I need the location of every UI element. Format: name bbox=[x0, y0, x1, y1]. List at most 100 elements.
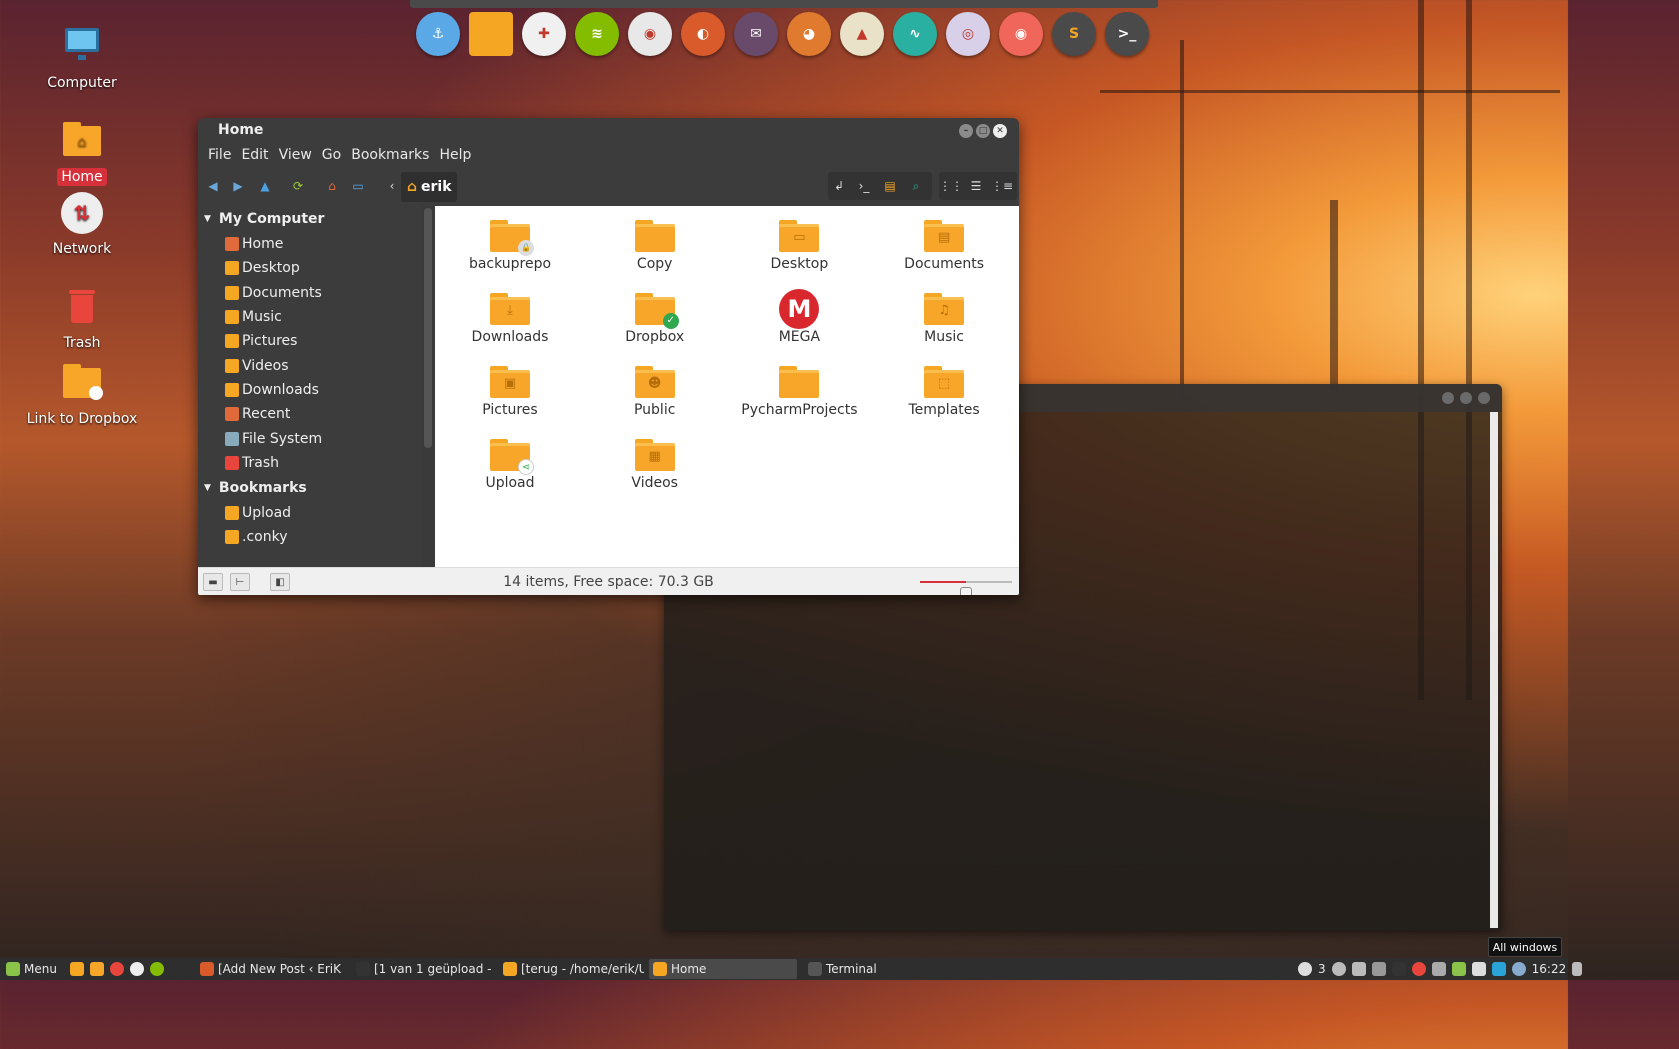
path-button-home[interactable]: ⌂ erik bbox=[401, 172, 457, 202]
file-item[interactable]: ⤓ Downloads bbox=[440, 293, 580, 345]
reload-icon[interactable]: ⟳ bbox=[287, 175, 309, 197]
file-item[interactable]: ▣ Pictures bbox=[440, 366, 580, 418]
close-icon[interactable] bbox=[1478, 392, 1490, 404]
menu-button[interactable]: Menu bbox=[2, 959, 64, 979]
menu-help[interactable]: Help bbox=[434, 147, 476, 163]
telegram-icon[interactable] bbox=[1491, 962, 1506, 976]
computer-icon[interactable]: ▭ bbox=[347, 175, 369, 197]
sidebar-item-conky[interactable]: .conky bbox=[198, 525, 421, 549]
show-tree-icon[interactable]: ⊢ bbox=[230, 573, 250, 591]
path-left-arrow-icon[interactable]: ‹ bbox=[381, 175, 403, 197]
menu-go[interactable]: Go bbox=[317, 147, 346, 163]
file-item[interactable]: PycharmProjects bbox=[729, 366, 869, 418]
back-icon[interactable]: ◀ bbox=[202, 175, 224, 197]
file-item[interactable]: ✓ Dropbox bbox=[585, 293, 725, 345]
menu-file[interactable]: File bbox=[203, 147, 236, 163]
file-item[interactable]: ⋖ Upload bbox=[440, 439, 580, 491]
system-monitor-icon[interactable]: ∿ bbox=[893, 12, 937, 56]
sidebar-item-home[interactable]: Home bbox=[198, 232, 421, 256]
inkscape-icon[interactable]: ▲ bbox=[840, 12, 884, 56]
zoom-slider[interactable] bbox=[920, 581, 1012, 595]
forward-icon[interactable]: ▶ bbox=[227, 175, 249, 197]
files-icon[interactable] bbox=[90, 962, 104, 976]
zoom-slider-handle[interactable] bbox=[960, 587, 972, 595]
taskbar-window-button[interactable]: [1 van 1 geüpload - Y... bbox=[352, 959, 492, 979]
taskbar-window-button[interactable]: Terminal bbox=[804, 959, 944, 979]
show-desktop-icon[interactable] bbox=[70, 962, 84, 976]
close-icon[interactable]: ✕ bbox=[993, 124, 1007, 138]
sync-icon[interactable] bbox=[1511, 962, 1526, 976]
screen-recorder-icon[interactable]: ◉ bbox=[999, 12, 1043, 56]
hide-sidebar-icon[interactable]: ◧ bbox=[270, 573, 290, 591]
firefox-icon[interactable]: ◐ bbox=[681, 12, 725, 56]
desktop-icon-computer[interactable]: Computer bbox=[22, 24, 142, 92]
sidebar-item-desktop[interactable]: Desktop bbox=[198, 256, 421, 280]
chrome-icon[interactable]: ◉ bbox=[628, 12, 672, 56]
spotify-icon[interactable] bbox=[150, 962, 164, 976]
sidebar-section-bookmarks[interactable]: ▼ Bookmarks bbox=[198, 475, 421, 501]
desktop-icon-home[interactable]: ⌂ Home bbox=[22, 118, 142, 186]
maximize-icon[interactable]: □ bbox=[976, 124, 990, 138]
open-terminal-icon[interactable]: ›_ bbox=[853, 175, 875, 197]
file-item[interactable]: 🔒 backuprepo bbox=[440, 220, 580, 272]
sidebar-item-documents[interactable]: Documents bbox=[198, 281, 421, 305]
menu-bookmarks[interactable]: Bookmarks bbox=[346, 147, 434, 163]
taskbar-window-button[interactable]: [terug - /home/erik/U... bbox=[499, 959, 644, 979]
sidebar-item-music[interactable]: Music bbox=[198, 305, 421, 329]
sidebar-item-trash[interactable]: Trash bbox=[198, 451, 421, 475]
menu-view[interactable]: View bbox=[274, 147, 317, 163]
mail-icon[interactable]: ✉ bbox=[734, 12, 778, 56]
sidebar-item-upload[interactable]: Upload bbox=[198, 501, 421, 525]
file-item[interactable]: ☻ Public bbox=[585, 366, 725, 418]
anchor-icon[interactable]: ⚓ bbox=[416, 12, 460, 56]
user-icon[interactable] bbox=[1331, 962, 1346, 976]
sidebar-scrollbar[interactable] bbox=[421, 206, 435, 567]
shield-icon[interactable] bbox=[1451, 962, 1466, 976]
taskbar-window-button[interactable]: Home bbox=[649, 959, 797, 979]
maximize-icon[interactable] bbox=[1460, 392, 1472, 404]
window-titlebar[interactable]: Home – □ ✕ bbox=[198, 118, 1019, 142]
home-icon[interactable]: ⌂ bbox=[321, 175, 343, 197]
sublime-text-icon[interactable]: S bbox=[1052, 12, 1096, 56]
up-icon[interactable]: ▲ bbox=[254, 175, 276, 197]
dropbox-icon[interactable] bbox=[1471, 962, 1486, 976]
camera-icon[interactable]: ◎ bbox=[946, 12, 990, 56]
minimize-icon[interactable]: – bbox=[959, 124, 973, 138]
volume-icon[interactable] bbox=[1371, 962, 1386, 976]
photos-icon[interactable] bbox=[130, 962, 144, 976]
file-item[interactable]: ▤ Documents bbox=[874, 220, 1014, 272]
sidebar-item-downloads[interactable]: Downloads bbox=[198, 378, 421, 402]
sidebar-item-pictures[interactable]: Pictures bbox=[198, 329, 421, 353]
network-icon[interactable] bbox=[1351, 962, 1366, 976]
list-view-icon[interactable]: ☰ bbox=[965, 175, 987, 197]
show-desktop-icon[interactable] bbox=[1572, 962, 1583, 976]
file-item[interactable]: Copy bbox=[585, 220, 725, 272]
spotify-icon[interactable]: ≋ bbox=[575, 12, 619, 56]
desktop-icon-dropbox-link[interactable]: Link to Dropbox bbox=[22, 360, 142, 428]
info-icon[interactable] bbox=[1298, 962, 1312, 976]
search-icon[interactable]: ⌕ bbox=[905, 175, 927, 197]
terminal-icon[interactable]: >_ bbox=[1105, 12, 1149, 56]
menu-edit[interactable]: Edit bbox=[236, 147, 273, 163]
scrollbar-thumb[interactable] bbox=[424, 208, 432, 448]
sidebar-section-my-computer[interactable]: ▼ My Computer bbox=[198, 206, 421, 232]
file-item[interactable]: ⬚ Templates bbox=[874, 366, 1014, 418]
icon-view-icon[interactable]: ⋮⋮ bbox=[939, 175, 963, 197]
update-manager-icon[interactable] bbox=[1431, 962, 1446, 976]
new-folder-icon[interactable]: ▤ bbox=[879, 175, 901, 197]
terminal-scrollbar[interactable] bbox=[1490, 412, 1498, 928]
file-item[interactable]: ♫ Music bbox=[874, 293, 1014, 345]
sidebar-item-recent[interactable]: Recent bbox=[198, 402, 421, 426]
file-item[interactable]: ▦ Videos bbox=[585, 439, 725, 491]
desktop-icon-trash[interactable]: Trash bbox=[22, 284, 142, 352]
show-places-icon[interactable]: ▬ bbox=[203, 573, 223, 591]
clock[interactable]: 16:22 bbox=[1532, 962, 1567, 976]
file-item[interactable]: ▭ Desktop bbox=[729, 220, 869, 272]
files-icon[interactable] bbox=[469, 12, 513, 56]
toggle-location-icon[interactable]: ↲ bbox=[828, 175, 850, 197]
sidebar-item-videos[interactable]: Videos bbox=[198, 353, 421, 377]
gimp-icon[interactable]: ◕ bbox=[787, 12, 831, 56]
chrome-icon[interactable] bbox=[110, 962, 124, 976]
photos-icon[interactable]: ✚ bbox=[522, 12, 566, 56]
taskbar-window-button[interactable]: [Add New Post ‹ EriK ... bbox=[196, 959, 346, 979]
